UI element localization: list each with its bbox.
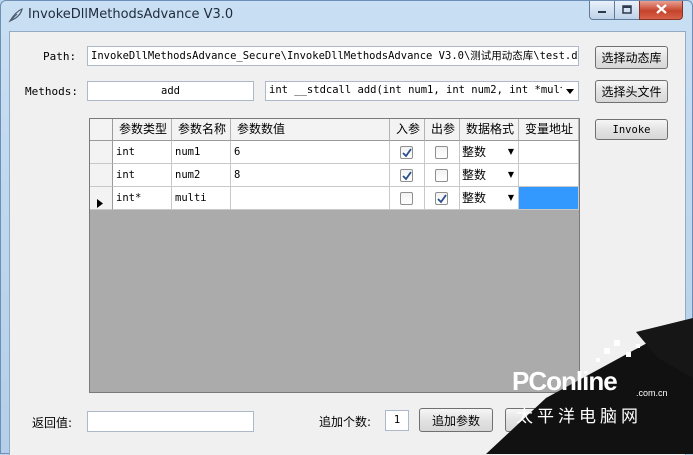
watermark-domain: .com.cn: [636, 388, 668, 398]
chevron-down-icon[interactable]: ▼: [508, 187, 514, 209]
format-value: 整数: [462, 145, 487, 159]
close-button[interactable]: [639, 1, 683, 20]
column-header-out[interactable]: 出参: [425, 119, 460, 141]
maximize-button[interactable]: [614, 1, 640, 20]
window-title: InvokeDllMethodsAdvance V3.0: [28, 7, 234, 22]
column-header-in[interactable]: 入参: [390, 119, 425, 141]
close-icon: [655, 3, 667, 17]
column-header-name[interactable]: 参数名称: [172, 119, 231, 141]
row-header[interactable]: [90, 164, 113, 187]
cell-format[interactable]: 整数 ▼: [460, 141, 519, 164]
column-header-type[interactable]: 参数类型: [113, 119, 172, 141]
add-count-input[interactable]: 1: [385, 410, 409, 431]
minimize-icon: [597, 3, 607, 17]
path-input[interactable]: InvokeDllMethodsAdvance_Secure\InvokeDll…: [87, 46, 579, 66]
path-label: Path:: [43, 50, 77, 63]
column-header-value[interactable]: 参数数值: [231, 119, 390, 141]
cell-in[interactable]: [390, 164, 425, 187]
add-count-label: 追加个数:: [319, 415, 372, 429]
cell-out[interactable]: [425, 187, 460, 210]
cell-format[interactable]: 整数 ▼: [460, 187, 519, 210]
maximize-icon: [622, 3, 632, 17]
cell-format[interactable]: 整数 ▼: [460, 164, 519, 187]
method-signature-value: int __stdcall add(int num1, int num2, in…: [269, 84, 579, 96]
in-checkbox[interactable]: [400, 146, 413, 159]
cell-address-selected[interactable]: [519, 187, 579, 210]
cell-in[interactable]: [390, 187, 425, 210]
title-bar[interactable]: InvokeDllMethodsAdvance V3.0: [1, 1, 692, 29]
grid-corner-header: [90, 119, 113, 141]
cell-value[interactable]: 6: [231, 141, 390, 164]
cell-type[interactable]: int: [113, 141, 172, 164]
chevron-down-icon[interactable]: ▼: [508, 141, 514, 163]
in-checkbox[interactable]: [400, 169, 413, 182]
in-checkbox[interactable]: [400, 192, 413, 205]
cell-value[interactable]: 8: [231, 164, 390, 187]
minimize-button[interactable]: [589, 1, 615, 20]
feather-icon: [8, 7, 24, 23]
cell-name[interactable]: multi: [172, 187, 231, 210]
current-row-arrow-icon: [97, 194, 103, 209]
cell-value[interactable]: [231, 187, 390, 210]
cell-name[interactable]: num2: [172, 164, 231, 187]
format-value: 整数: [462, 168, 487, 182]
column-header-address[interactable]: 变量地址: [519, 119, 579, 141]
row-header[interactable]: [90, 141, 113, 164]
chevron-down-icon[interactable]: [562, 82, 578, 100]
method-name-input[interactable]: add: [87, 81, 254, 101]
pconline-watermark: PConline .com.cn 太平洋电脑网: [486, 318, 693, 454]
out-checkbox[interactable]: [435, 169, 448, 182]
select-dll-button[interactable]: 选择动态库: [595, 46, 668, 69]
watermark-brand: PConline: [512, 366, 618, 396]
cell-type[interactable]: int: [113, 164, 172, 187]
cell-name[interactable]: num1: [172, 141, 231, 164]
cell-address[interactable]: [519, 141, 579, 164]
watermark-tagline: 太平洋电脑网: [516, 407, 642, 427]
checkmark-icon: [402, 171, 412, 181]
invoke-button[interactable]: Invoke: [595, 119, 668, 140]
out-checkbox[interactable]: [435, 146, 448, 159]
chevron-down-icon[interactable]: ▼: [508, 164, 514, 186]
out-checkbox[interactable]: [435, 192, 448, 205]
row-header-current[interactable]: [90, 187, 113, 210]
column-header-format[interactable]: 数据格式: [460, 119, 519, 141]
format-value: 整数: [462, 191, 487, 205]
checkmark-icon: [402, 148, 412, 158]
methods-label: Methods:: [25, 85, 78, 98]
select-header-button[interactable]: 选择头文件: [595, 80, 668, 103]
add-parameter-button[interactable]: 追加参数: [419, 408, 493, 432]
return-value-label: 返回值:: [32, 416, 73, 430]
cell-in[interactable]: [390, 141, 425, 164]
checkmark-icon: [437, 194, 447, 204]
cell-address[interactable]: [519, 164, 579, 187]
cell-out[interactable]: [425, 164, 460, 187]
cell-type[interactable]: int*: [113, 187, 172, 210]
method-signature-select[interactable]: int __stdcall add(int num1, int num2, in…: [265, 81, 579, 101]
return-value-input[interactable]: [87, 411, 254, 432]
cell-out[interactable]: [425, 141, 460, 164]
